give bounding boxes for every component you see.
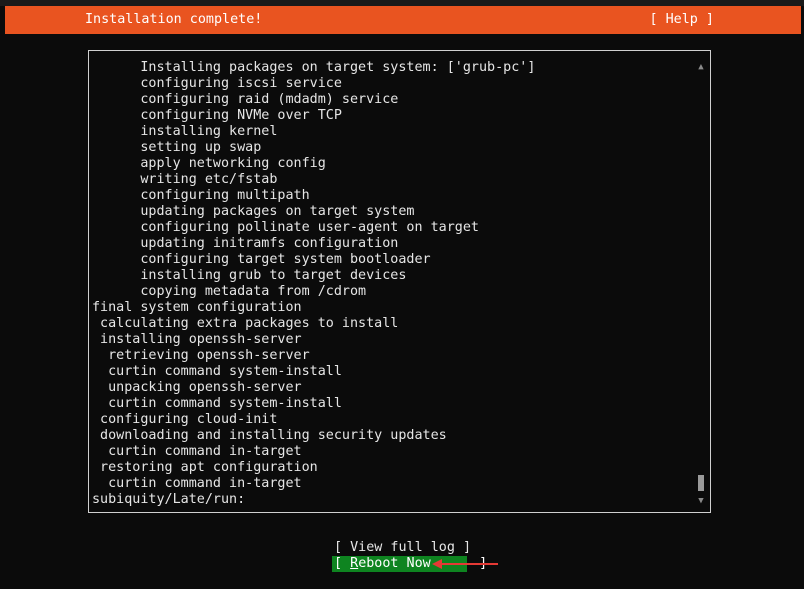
log-line: installing kernel (92, 124, 278, 139)
log-line: installing grub to target devices (92, 268, 407, 283)
install-log-panel[interactable]: Installing packages on target system: ['… (88, 50, 711, 513)
reboot-button-label: eboot Now (358, 556, 431, 571)
header-bar: Installation complete! [ Help ] (5, 6, 801, 34)
scroll-down-arrow-icon[interactable]: ▼ (696, 495, 706, 507)
log-line: installing openssh-server (92, 332, 302, 347)
log-line: downloading and installing security upda… (92, 428, 447, 443)
log-line: configuring cloud-init (92, 412, 278, 427)
view-full-log-button[interactable]: [ View full log ] (334, 540, 471, 556)
page-title: Installation complete! (85, 12, 263, 27)
log-line: Installing packages on target system: ['… (92, 60, 536, 75)
log-line: calculating extra packages to install (92, 316, 399, 331)
annotation-arrow-icon (432, 559, 498, 569)
log-line: configuring multipath (92, 188, 310, 203)
install-log-list: Installing packages on target system: ['… (92, 60, 692, 508)
scroll-thumb[interactable] (698, 475, 704, 491)
log-line: configuring pollinate user-agent on targ… (92, 220, 479, 235)
log-line: curtin command in-target (92, 476, 302, 491)
log-line: setting up swap (92, 140, 262, 155)
reboot-button-open-bracket: [ (334, 556, 351, 571)
log-line: configuring raid (mdadm) service (92, 92, 399, 107)
log-line: copying metadata from /cdrom (92, 284, 367, 299)
log-line: curtin command system-install (92, 396, 342, 411)
log-line: subiquity/Late/run: (92, 492, 246, 507)
help-button[interactable]: [ Help ] (650, 12, 715, 27)
log-scrollbar[interactable]: ▲ ▼ (696, 61, 706, 507)
log-line: final system configuration (92, 300, 302, 315)
reboot-hotkey-letter: R (350, 556, 359, 571)
log-line: configuring NVMe over TCP (92, 108, 342, 123)
log-line: unpacking openssh-server (92, 380, 302, 395)
log-line: curtin command system-install (92, 364, 342, 379)
log-line: curtin command in-target (92, 444, 302, 459)
log-line: updating initramfs configuration (92, 236, 399, 251)
log-line: configuring target system bootloader (92, 252, 431, 267)
log-line: restoring apt configuration (92, 460, 318, 475)
log-line: configuring iscsi service (92, 76, 342, 91)
scroll-up-arrow-icon[interactable]: ▲ (696, 61, 706, 73)
log-line: apply networking config (92, 156, 326, 171)
log-line: updating packages on target system (92, 204, 415, 219)
log-line: retrieving openssh-server (92, 348, 310, 363)
log-line: writing etc/fstab (92, 172, 278, 187)
